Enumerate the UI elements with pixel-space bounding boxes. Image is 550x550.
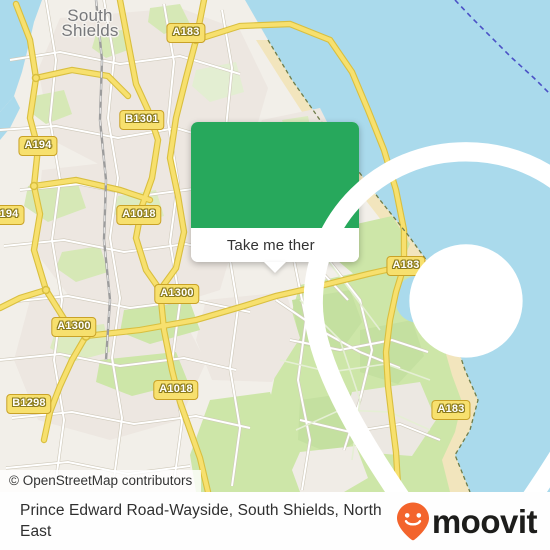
map-pin-icon — [303, 142, 550, 492]
moovit-map-screenshot: South Shields A183 B1301 A194 194 A1018 A1300… — [0, 0, 550, 550]
road-shield-a1018-4: A1018 — [116, 205, 162, 225]
popup-pointer-tail — [264, 262, 286, 273]
destination-popup-card[interactable]: Take me there — [191, 122, 550, 492]
moovit-logo[interactable]: moovit — [395, 501, 538, 541]
road-shield-a183-0: A183 — [166, 23, 206, 43]
road-shield-a1300-6: A1300 — [51, 317, 97, 337]
moovit-smile-pin-icon — [396, 502, 429, 541]
road-shield-b1298-8: B1298 — [6, 394, 52, 414]
location-title: Prince Edward Road-Wayside, South Shield… — [20, 502, 382, 540]
osm-attribution[interactable]: © OpenStreetMap contributors — [0, 470, 202, 492]
road-shield-194-3: 194 — [0, 205, 25, 225]
map-canvas[interactable]: South Shields A183 B1301 A194 194 A1018 A1300… — [0, 0, 550, 492]
popup-icon-area — [191, 122, 550, 492]
road-shield-a194-2: A194 — [18, 136, 58, 156]
footer-bar: Prince Edward Road-Wayside, South Shield… — [0, 492, 550, 550]
moovit-wordmark: moovit — [431, 502, 538, 540]
road-shield-b1301-1: B1301 — [119, 110, 165, 130]
